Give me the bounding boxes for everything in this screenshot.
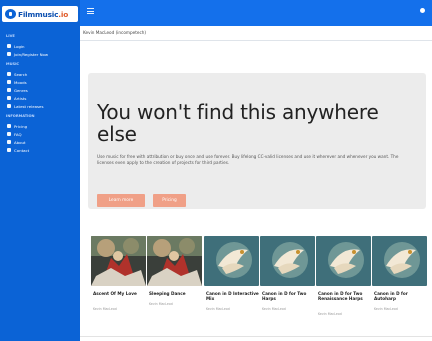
sidebar: Filmmusic.io LIVE Login Join/Register No… xyxy=(0,0,80,341)
track-title[interactable]: Canon in D Interactive Mix xyxy=(206,291,259,301)
track-title[interactable]: Canon in D for Two Renaissance Harps xyxy=(318,291,371,301)
logo-accent: .io xyxy=(58,9,69,19)
mood-icon xyxy=(7,80,11,84)
pricing-button[interactable]: Pricing xyxy=(153,194,186,207)
track-title[interactable]: Canon in D for Autoharp xyxy=(374,291,427,301)
search-icon xyxy=(7,72,11,76)
sidebar-item-contact[interactable]: Contact xyxy=(7,147,29,153)
track-card[interactable]: Ascent Of My Love Kevin MacLeod xyxy=(91,236,146,311)
new-icon xyxy=(7,104,11,108)
track-title[interactable]: Sleeping Dance xyxy=(149,291,202,296)
divider xyxy=(80,336,432,337)
bird-artwork[interactable] xyxy=(372,236,427,286)
sidebar-item-pricing[interactable]: Pricing xyxy=(7,123,27,129)
track-artist: Kevin MacLeod xyxy=(318,312,342,316)
hero-text: Use music for free with attribution or b… xyxy=(97,154,399,165)
login-icon xyxy=(7,44,11,48)
track-card[interactable]: Canon in D for Two Renaissance Harps Kev… xyxy=(316,236,371,316)
genre-icon xyxy=(7,88,11,92)
dancer-artwork[interactable] xyxy=(147,236,202,286)
track-artist: Kevin MacLeod xyxy=(374,307,398,311)
logo[interactable]: Filmmusic.io xyxy=(2,6,78,22)
track-artist: Kevin MacLeod xyxy=(262,307,286,311)
user-icon[interactable] xyxy=(420,8,425,13)
logo-icon xyxy=(5,9,16,19)
sidebar-item-moods[interactable]: Moods xyxy=(7,79,27,85)
sidebar-item-genres[interactable]: Genres xyxy=(7,87,28,93)
track-title[interactable]: Ascent Of My Love xyxy=(93,291,146,296)
divider xyxy=(80,40,432,41)
sidebar-item-latest[interactable]: Latest releases xyxy=(7,103,43,109)
menu-icon[interactable] xyxy=(87,8,94,14)
top-bar xyxy=(80,0,432,26)
track-title[interactable]: Canon in D for Two Harps xyxy=(262,291,315,301)
sidebar-item-artists[interactable]: Artists xyxy=(7,95,26,101)
track-artist: Kevin MacLeod xyxy=(93,307,117,311)
track-card[interactable]: Sleeping Dance Kevin MacLeod xyxy=(147,236,202,306)
logo-text: Filmmusic xyxy=(18,9,59,19)
track-card[interactable]: Canon in D Interactive Mix Kevin MacLeod xyxy=(204,236,259,311)
sidebar-item-faq[interactable]: FAQ xyxy=(7,131,22,137)
price-icon xyxy=(7,124,11,128)
mail-icon xyxy=(7,148,11,152)
hero-title: You won't find this anywhere else xyxy=(97,100,379,146)
page: Filmmusic.io LIVE Login Join/Register No… xyxy=(0,0,432,341)
sidebar-section-live: LIVE xyxy=(6,34,15,38)
bird-artwork[interactable] xyxy=(260,236,315,286)
bird-artwork[interactable] xyxy=(204,236,259,286)
info-icon xyxy=(7,140,11,144)
track-artist: Kevin MacLeod xyxy=(149,302,173,306)
sidebar-item-register[interactable]: Join/Register Now xyxy=(7,51,48,57)
dancer-artwork[interactable] xyxy=(91,236,146,286)
sidebar-item-search[interactable]: Search xyxy=(7,71,27,77)
track-artist: Kevin MacLeod xyxy=(206,307,230,311)
artist-icon xyxy=(7,96,11,100)
sidebar-item-about[interactable]: About xyxy=(7,139,26,145)
bird-artwork[interactable] xyxy=(316,236,371,286)
breadcrumb: Kevin MacLeod (incompetech) xyxy=(83,30,147,35)
learn-more-button[interactable]: Learn more xyxy=(97,194,145,207)
track-card[interactable]: Canon in D for Autoharp Kevin MacLeod xyxy=(372,236,427,311)
faq-icon xyxy=(7,132,11,136)
sidebar-section-information: INFORMATION xyxy=(6,114,35,118)
sidebar-section-music: MUSIC xyxy=(6,62,20,66)
sidebar-item-login[interactable]: Login xyxy=(7,43,25,49)
track-card[interactable]: Canon in D for Two Harps Kevin MacLeod xyxy=(260,236,315,311)
user-plus-icon xyxy=(7,52,11,56)
